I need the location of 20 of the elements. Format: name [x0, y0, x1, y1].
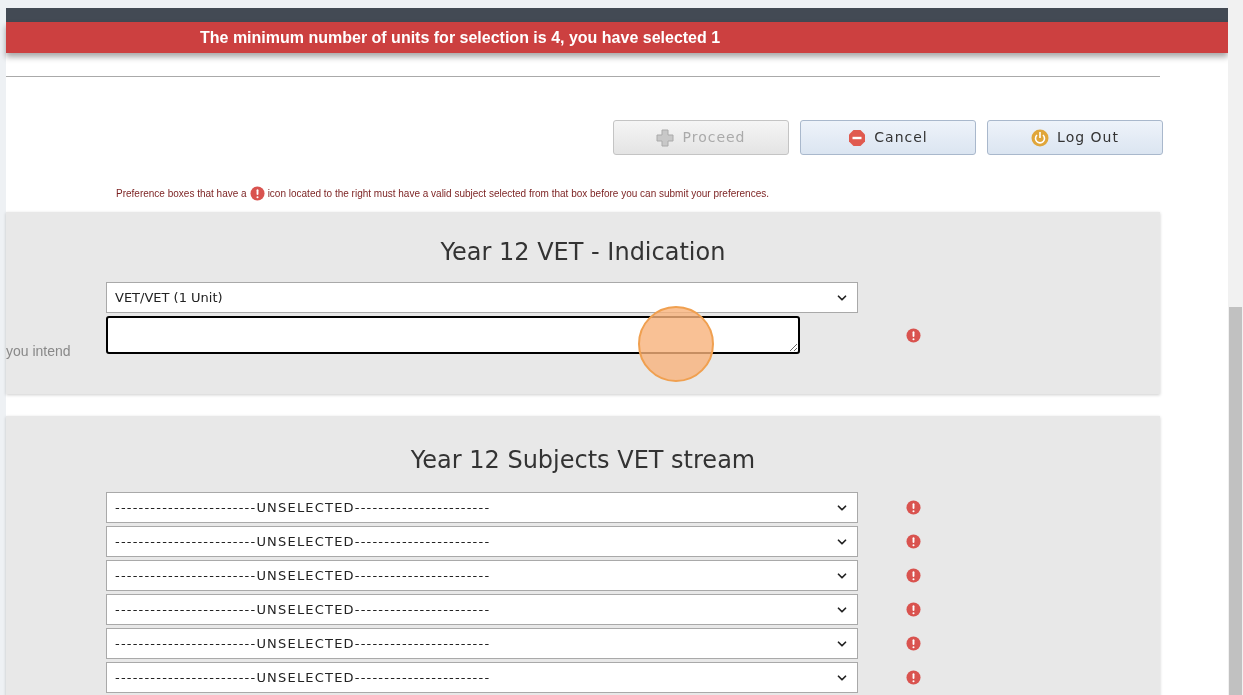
- dropdown[interactable]: ------------------------UNSELECTED-----------------------: [106, 628, 858, 659]
- note-text: Preference boxes that have a: [116, 187, 247, 201]
- stop-icon: [848, 128, 867, 147]
- plus-icon: [656, 128, 675, 147]
- power-icon: [1031, 128, 1050, 147]
- cancel-button[interactable]: Cancel: [800, 120, 976, 155]
- field-label: you intend: [6, 342, 71, 361]
- logout-button[interactable]: Log Out: [987, 120, 1163, 155]
- warning-icon: [249, 186, 265, 201]
- dropdown[interactable]: ------------------------UNSELECTED-----------------------: [106, 594, 858, 625]
- dropdown[interactable]: VET/VET (1 Unit): [106, 282, 858, 313]
- dropdown[interactable]: ------------------------UNSELECTED-----------------------: [106, 492, 858, 523]
- note-text: icon located to the right must have a valid subject selected from that box before you can submit your preferences.: [267, 187, 770, 201]
- section-title: Year 12 VET - Indication: [439, 237, 727, 268]
- dropdown[interactable]: ------------------------UNSELECTED-----------------------: [106, 526, 858, 557]
- alert-message: The minimum number of units for selection is 4, you have selected 1: [200, 27, 721, 48]
- dropdown[interactable]: ------------------------UNSELECTED-----------------------: [106, 662, 858, 693]
- text-field[interactable]: [106, 316, 800, 354]
- section-title: Year 12 Subjects VET stream: [409, 445, 757, 476]
- dropdown[interactable]: ------------------------UNSELECTED-----------------------: [106, 560, 858, 591]
